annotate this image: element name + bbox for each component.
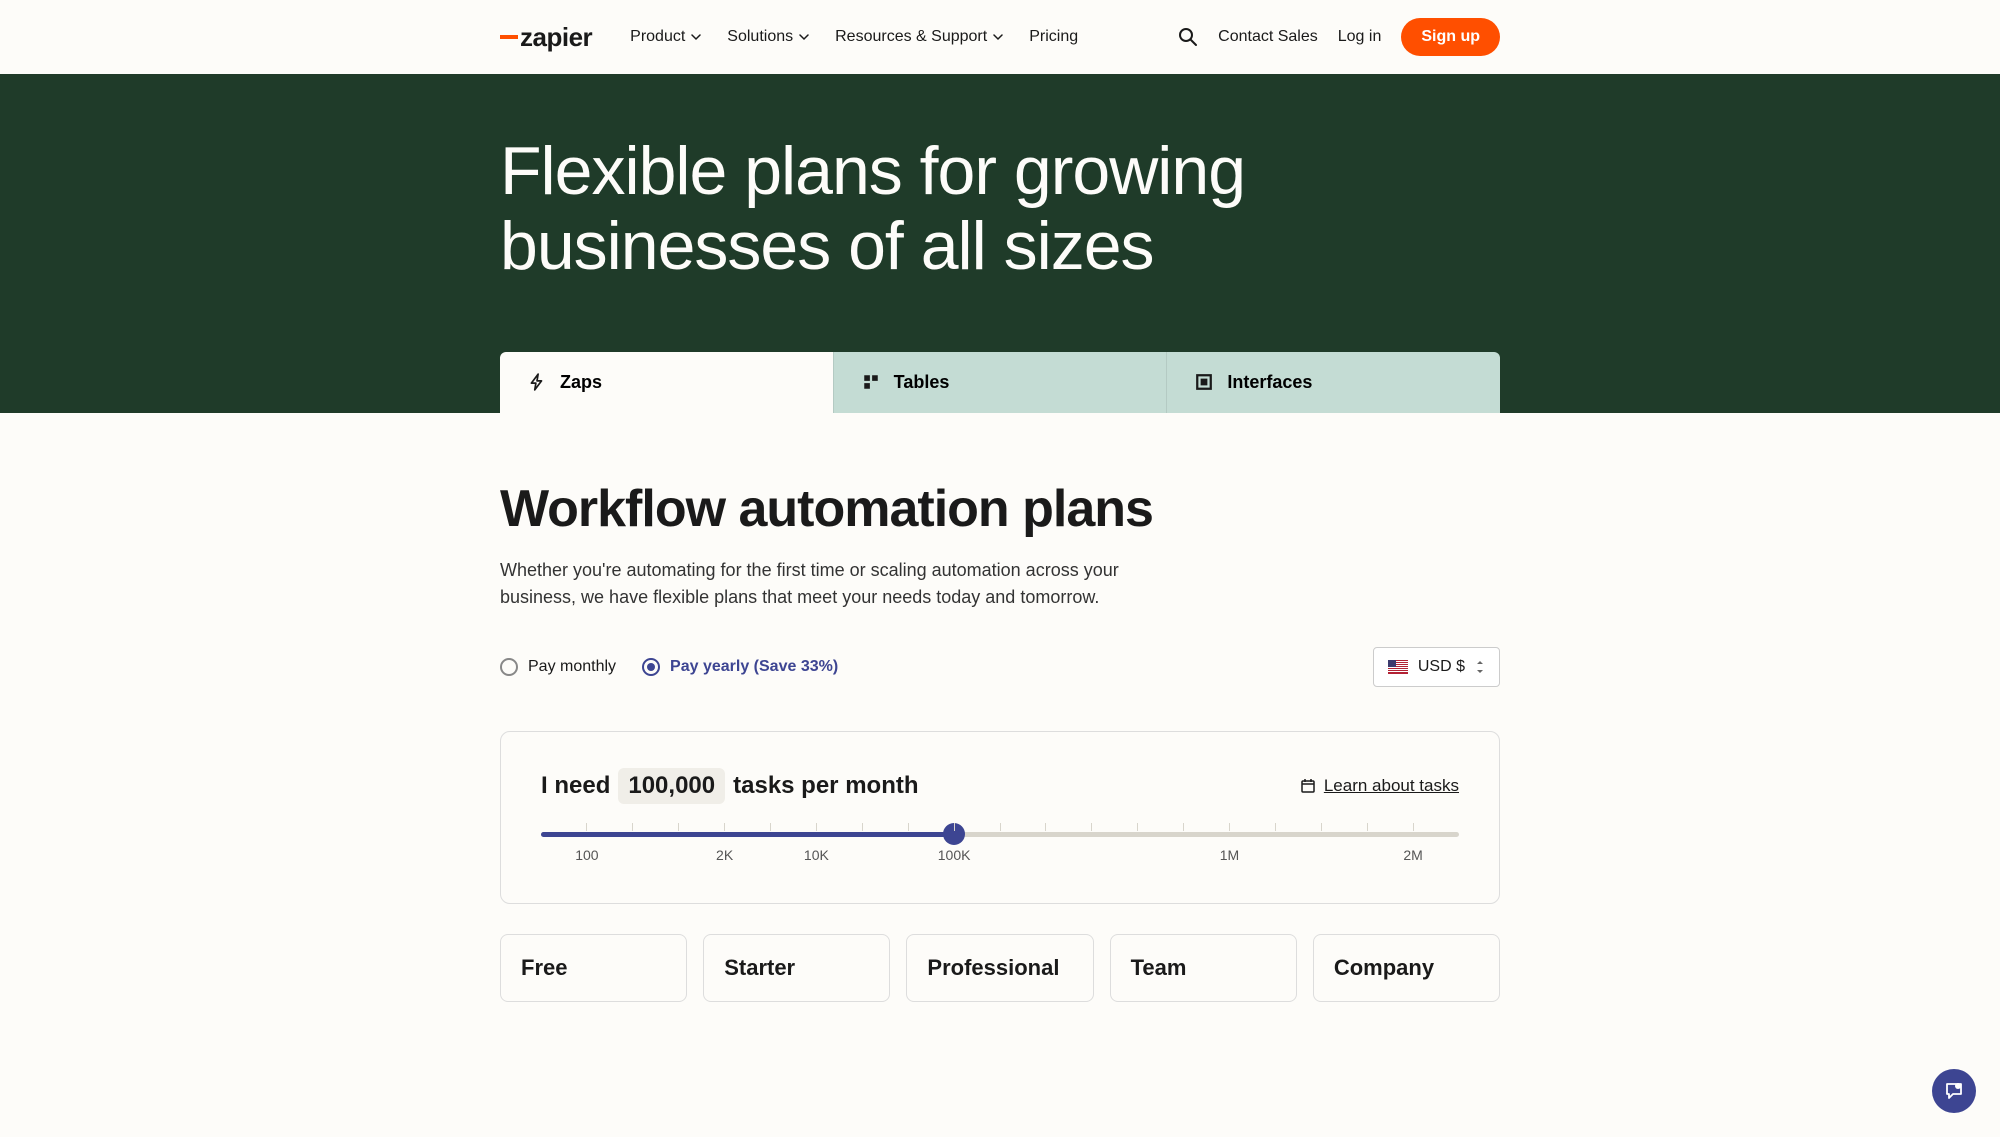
nav-label: Product: [630, 28, 685, 46]
radio-icon: [642, 658, 660, 676]
currency-selector[interactable]: USD $: [1373, 647, 1500, 687]
interfaces-icon: [1195, 373, 1213, 391]
logo-text: zapier: [520, 22, 592, 53]
billing-options: Pay monthly Pay yearly (Save 33%): [500, 658, 838, 676]
billing-row: Pay monthly Pay yearly (Save 33%) USD $: [500, 647, 1500, 687]
plan-title: Free: [521, 955, 666, 981]
chevron-down-icon: [993, 32, 1003, 42]
plan-title: Professional: [927, 955, 1072, 981]
slider-ticks: [541, 823, 1459, 831]
calendar-icon: [1300, 778, 1316, 794]
billing-yearly-radio[interactable]: Pay yearly (Save 33%): [642, 658, 838, 676]
chevron-down-icon: [691, 32, 701, 42]
main-nav: Product Solutions Resources & Support Pr…: [630, 28, 1078, 46]
site-header: zapier Product Solutions Resources & Sup…: [0, 0, 2000, 74]
zapier-logo[interactable]: zapier: [500, 22, 592, 53]
tick-label: 100: [575, 847, 598, 863]
section-title: Workflow automation plans: [500, 479, 1500, 539]
plan-title: Company: [1334, 955, 1479, 981]
plan-team[interactable]: Team: [1110, 934, 1297, 1002]
tick-label: 2K: [716, 847, 733, 863]
product-tabs: Zaps Tables Interfaces: [500, 352, 1500, 413]
contact-sales-link[interactable]: Contact Sales: [1218, 28, 1318, 46]
nav-label: Pricing: [1029, 28, 1078, 46]
hero-section: Flexible plans for growing businesses of…: [0, 74, 2000, 413]
radio-label: Pay monthly: [528, 658, 616, 676]
billing-monthly-radio[interactable]: Pay monthly: [500, 658, 616, 676]
tasks-slider[interactable]: 100 2K 10K 100K 1M 2M: [541, 832, 1459, 867]
learn-about-tasks-link[interactable]: Learn about tasks: [1300, 776, 1459, 796]
us-flag-icon: [1388, 660, 1408, 674]
plan-cards: Free Starter Professional Team Company: [500, 934, 1500, 1002]
tab-label: Interfaces: [1227, 372, 1312, 393]
radio-icon: [500, 658, 518, 676]
tab-tables[interactable]: Tables: [833, 352, 1167, 413]
plan-free[interactable]: Free: [500, 934, 687, 1002]
section-description: Whether you're automating for the first …: [500, 557, 1120, 611]
slider-track: [541, 832, 1459, 837]
tab-zaps[interactable]: Zaps: [500, 352, 833, 413]
signup-button[interactable]: Sign up: [1401, 18, 1500, 56]
nav-pricing[interactable]: Pricing: [1029, 28, 1078, 46]
tab-label: Tables: [894, 372, 950, 393]
slider-tick-labels: 100 2K 10K 100K 1M 2M: [541, 847, 1459, 867]
plan-starter[interactable]: Starter: [703, 934, 890, 1002]
nav-label: Solutions: [727, 28, 793, 46]
tasks-count: 100,000: [618, 768, 725, 804]
nav-solutions[interactable]: Solutions: [727, 28, 809, 46]
lightning-icon: [528, 373, 546, 391]
plan-company[interactable]: Company: [1313, 934, 1500, 1002]
slider-fill: [541, 832, 954, 837]
plan-title: Team: [1131, 955, 1276, 981]
tables-icon: [862, 373, 880, 391]
chat-icon: [1943, 1080, 1965, 1102]
learn-link-text: Learn about tasks: [1324, 776, 1459, 796]
hero-title: Flexible plans for growing businesses of…: [500, 134, 1400, 284]
tab-label: Zaps: [560, 372, 602, 393]
chat-button[interactable]: [1932, 1069, 1976, 1113]
chevron-down-icon: [799, 32, 809, 42]
nav-label: Resources & Support: [835, 28, 987, 46]
nav-resources[interactable]: Resources & Support: [835, 28, 1003, 46]
logo-underscore-icon: [500, 35, 518, 39]
sort-icon: [1475, 660, 1485, 674]
tick-label: 10K: [804, 847, 829, 863]
tick-label: 100K: [938, 847, 971, 863]
plan-professional[interactable]: Professional: [906, 934, 1093, 1002]
plan-title: Starter: [724, 955, 869, 981]
tasks-suffix: tasks per month: [733, 772, 918, 800]
tab-interfaces[interactable]: Interfaces: [1166, 352, 1500, 413]
nav-product[interactable]: Product: [630, 28, 701, 46]
tick-label: 2M: [1403, 847, 1422, 863]
pricing-content: Workflow automation plans Whether you're…: [270, 413, 1730, 1042]
tasks-label: I need 100,000 tasks per month: [541, 768, 919, 804]
currency-label: USD $: [1418, 658, 1465, 676]
radio-label: Pay yearly (Save 33%): [670, 658, 838, 676]
tasks-prefix: I need: [541, 772, 610, 800]
tasks-slider-card: I need 100,000 tasks per month Learn abo…: [500, 731, 1500, 904]
tick-label: 1M: [1220, 847, 1239, 863]
login-link[interactable]: Log in: [1338, 28, 1382, 46]
search-icon[interactable]: [1178, 27, 1198, 47]
